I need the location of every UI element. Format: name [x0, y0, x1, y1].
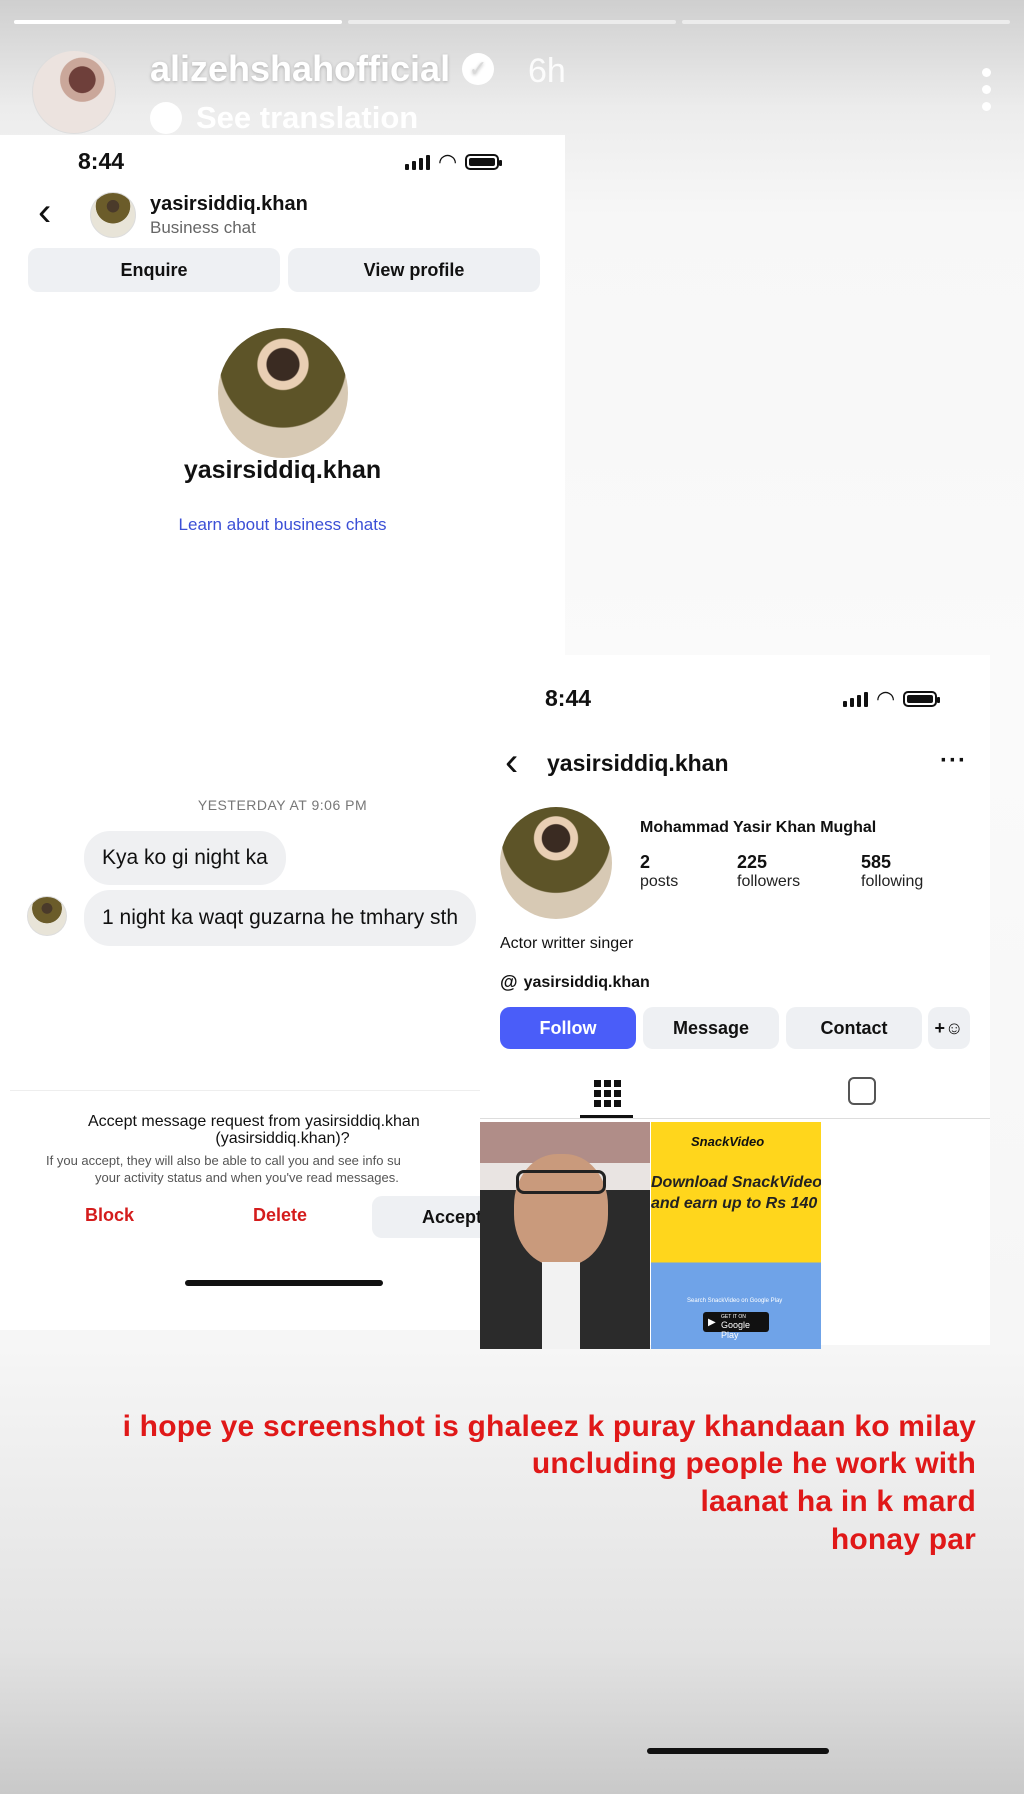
- menu-dot: [981, 102, 991, 111]
- story-username[interactable]: alizehshahofficial: [150, 48, 450, 90]
- ad-line-1: Download SnackVideo: [651, 1174, 821, 1191]
- battery-icon: [903, 691, 941, 707]
- following-count: 585: [861, 852, 892, 872]
- verified-badge-icon: [462, 53, 495, 85]
- status-time: 8:44: [78, 148, 125, 174]
- followers-label: followers: [737, 873, 801, 890]
- story-time-ago: 6h: [528, 52, 566, 90]
- tagged-tab-icon[interactable]: [848, 1077, 876, 1105]
- following-label: following: [861, 873, 924, 890]
- more-options-icon[interactable]: [980, 68, 992, 111]
- shirt-shape: [542, 1262, 580, 1349]
- status-icons: ◠: [405, 149, 503, 174]
- play-icon: ▶: [708, 1317, 716, 1328]
- profile-bio: Actor writter singer: [500, 935, 634, 952]
- chat-username[interactable]: yasirsiddiq.khan: [150, 193, 308, 216]
- following-stat[interactable]: 585 following: [861, 852, 923, 891]
- message-bubble: Kya ko gi night ka: [84, 831, 286, 885]
- grid-tab-icon[interactable]: [582, 1078, 632, 1108]
- tabs-divider: [480, 1118, 990, 1119]
- home-indicator: [185, 1280, 383, 1286]
- story-progress-fill-1: [14, 20, 342, 24]
- delete-button[interactable]: Delete: [253, 1205, 307, 1226]
- block-button[interactable]: Block: [85, 1205, 134, 1226]
- threads-handle: yasirsiddiq.khan: [523, 973, 650, 991]
- followers-stat[interactable]: 225 followers: [737, 852, 800, 891]
- story-progress-bar: [14, 20, 1010, 24]
- profile-picture[interactable]: [500, 807, 612, 919]
- profile-more-icon[interactable]: ···: [940, 747, 967, 775]
- profile-name: yasirsiddiq.khan: [183, 456, 382, 484]
- overlay-text-line-4: honay par: [830, 1523, 976, 1556]
- profile-avatar-large[interactable]: [218, 328, 348, 458]
- post-thumbnail-ad[interactable]: SnackVideo Download SnackVideo and earn …: [651, 1122, 821, 1349]
- translation-bubble-icon: [150, 102, 182, 134]
- profile-status-icons: ◠: [843, 686, 941, 711]
- message-button[interactable]: Message: [643, 1007, 779, 1049]
- follow-button[interactable]: Follow: [500, 1007, 636, 1049]
- overlay-text-line-3: laanat ha in k mard: [700, 1485, 976, 1518]
- wifi-icon: ◠: [876, 686, 896, 711]
- profile-full-name: Mohammad Yasir Khan Mughal: [640, 819, 877, 836]
- enquire-button[interactable]: Enquire: [28, 248, 280, 292]
- story-avatar[interactable]: [32, 50, 116, 134]
- threads-icon: @: [500, 972, 518, 992]
- back-chevron-icon[interactable]: ‹: [38, 192, 51, 232]
- see-translation-label: See translation: [196, 100, 419, 135]
- menu-dot: [981, 85, 991, 94]
- story-progress-segment-3: [682, 20, 1010, 24]
- see-translation-button[interactable]: See translation: [150, 100, 418, 136]
- battery-icon: [465, 154, 503, 170]
- posts-stat[interactable]: 2 posts: [640, 852, 678, 891]
- cellular-signal-icon: [843, 691, 868, 707]
- glasses-shape: [516, 1170, 606, 1194]
- story-home-indicator: [647, 1748, 829, 1754]
- cellular-signal-icon: [405, 154, 430, 170]
- request-title-line1: Accept message request from yasirsiddiq.…: [88, 1113, 420, 1130]
- menu-dot: [981, 68, 991, 77]
- overlay-text-line-1: i hope ye screenshot is ghaleez k puray …: [122, 1410, 976, 1443]
- sender-avatar: [27, 896, 67, 936]
- request-body-line1: If you accept, they will also be able to…: [46, 1153, 401, 1168]
- view-profile-button[interactable]: View profile: [288, 248, 540, 292]
- threads-link[interactable]: @ yasirsiddiq.khan: [500, 972, 650, 993]
- ad-small-text: Search SnackVideo on Google Play: [687, 1298, 783, 1304]
- profile-back-chevron-icon[interactable]: ‹: [505, 742, 518, 782]
- profile-status-time: 8:44: [545, 685, 592, 711]
- story-progress-segment-1: [14, 20, 342, 24]
- ad-brand: SnackVideo: [691, 1134, 765, 1149]
- ad-line-2: and earn up to Rs 140: [651, 1195, 818, 1212]
- story-progress-segment-2: [348, 20, 676, 24]
- chat-avatar[interactable]: [90, 192, 136, 238]
- followers-count: 225: [737, 852, 768, 872]
- contact-button[interactable]: Contact: [786, 1007, 922, 1049]
- posts-label: posts: [640, 873, 679, 890]
- request-title: Accept message request from yasirsiddiq.…: [88, 1113, 420, 1131]
- store-name: Google Play: [721, 1320, 751, 1340]
- learn-business-chats-link[interactable]: Learn about business chats: [0, 515, 565, 535]
- profile-header-username: yasirsiddiq.khan: [547, 750, 729, 776]
- message-bubble: 1 night ka waqt guzarna he tmhary sth: [84, 890, 477, 946]
- wifi-icon: ◠: [438, 149, 458, 174]
- story-user-header[interactable]: alizehshahofficial: [150, 48, 495, 90]
- chat-subtitle: Business chat: [150, 218, 256, 237]
- add-user-icon[interactable]: +☺: [928, 1007, 970, 1049]
- overlay-text-line-2: uncluding people he work with: [531, 1447, 976, 1480]
- request-body-line2: your activity status and when you've rea…: [95, 1170, 399, 1185]
- google-play-badge: GET IT ON Google Play ▶: [703, 1312, 769, 1340]
- posts-count: 2: [640, 852, 651, 872]
- post-thumbnail-photo[interactable]: [480, 1122, 650, 1349]
